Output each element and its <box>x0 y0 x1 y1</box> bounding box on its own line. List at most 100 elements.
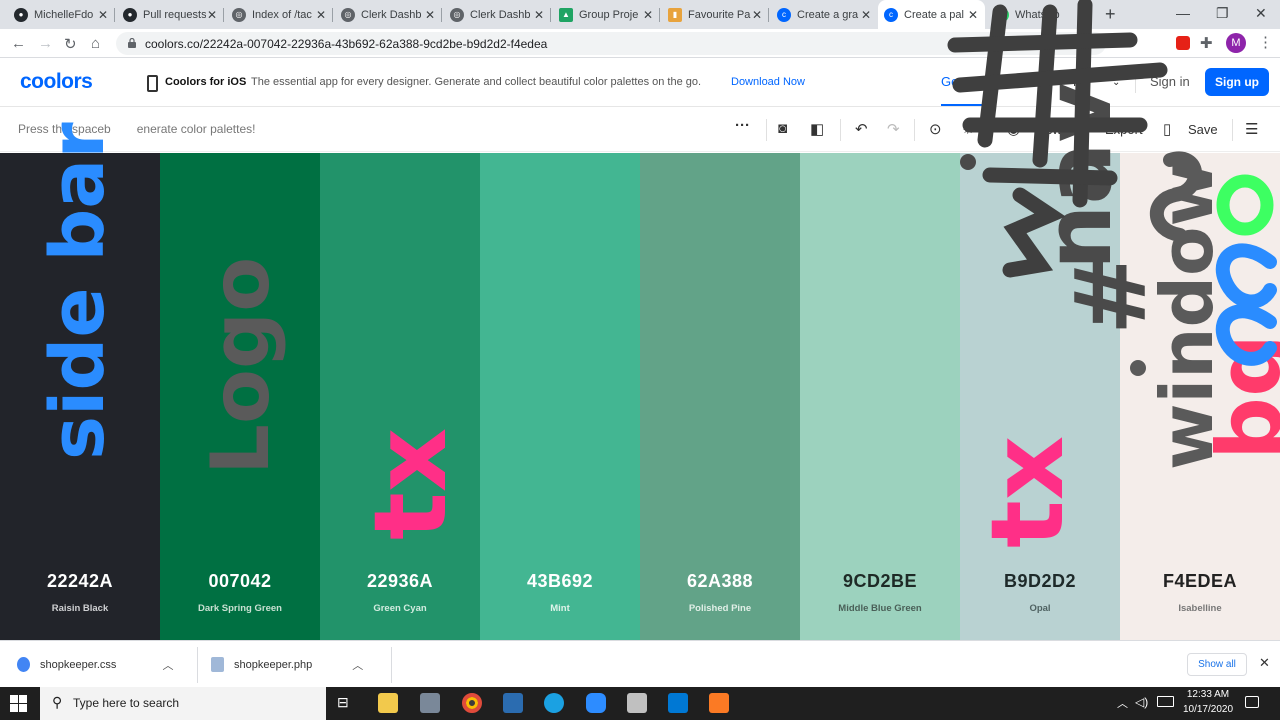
undo-icon[interactable]: ↶ <box>855 120 868 138</box>
color-name[interactable]: Green Cyan <box>320 603 480 614</box>
browser-tab[interactable]: c Create a gra ✕ <box>771 0 878 29</box>
chevron-up-icon[interactable]: ︿ <box>352 657 363 673</box>
color-name[interactable]: Polished Pine <box>640 603 800 614</box>
sign-up-button[interactable]: Sign up <box>1205 68 1269 96</box>
color-swatch[interactable]: 62A388 Polished Pine <box>640 153 800 640</box>
new-tab-icon[interactable]: + <box>1105 4 1116 25</box>
close-tab-icon[interactable]: ✕ <box>424 8 436 22</box>
browser-tab[interactable]: ◎ Clerk Dashb ✕ <box>335 0 442 29</box>
hex-code[interactable]: 22936A <box>320 571 480 592</box>
browser-tab-active[interactable]: c Create a pal ✕ <box>878 0 985 29</box>
task-view-icon[interactable]: ⊟ <box>337 694 357 714</box>
download-item[interactable]: shopkeeper.css ︿ <box>17 641 173 688</box>
color-name[interactable]: Middle Blue Green <box>800 603 960 614</box>
browser-tab[interactable]: ◎ Clerk Dashb ✕ <box>444 0 551 29</box>
omnibox[interactable]: coolors.co/22242a-007042-22936a-43b692-6… <box>116 32 1106 55</box>
back-icon[interactable]: ← <box>11 35 26 52</box>
keyboard-icon[interactable] <box>1157 696 1174 707</box>
home-icon[interactable]: ⌂ <box>91 35 100 52</box>
hex-code[interactable]: 22242A <box>0 571 160 592</box>
close-tab-icon[interactable]: ✕ <box>206 8 218 22</box>
zoom-icon[interactable] <box>586 693 606 713</box>
hex-code[interactable]: 62A388 <box>640 571 800 592</box>
url-text[interactable]: coolors.co/22242a-007042-22936a-43b692-6… <box>145 37 547 51</box>
windows-start-icon[interactable] <box>10 695 27 712</box>
nav-more[interactable]: Mo <box>1073 74 1091 89</box>
color-name[interactable]: Raisin Black <box>0 603 160 614</box>
split-view-icon[interactable]: ◧ <box>810 120 824 138</box>
color-name[interactable]: Isabelline <box>1120 603 1280 614</box>
coolors-logo[interactable]: coolors <box>20 70 93 94</box>
color-swatch[interactable]: 22936A Green Cyan <box>320 153 480 640</box>
browser-tab[interactable]: ● MichelleFdo ✕ <box>8 0 115 29</box>
browser-tab[interactable]: ▲ Group Proje ✕ <box>553 0 660 29</box>
forward-icon[interactable]: → <box>38 35 53 52</box>
color-swatch[interactable]: 43B692 Mint <box>480 153 640 640</box>
paint-icon[interactable] <box>627 693 647 713</box>
download-filename[interactable]: shopkeeper.php <box>234 659 312 671</box>
sign-in-link[interactable]: Sign in <box>1150 74 1190 89</box>
minimize-icon[interactable]: — <box>1176 5 1190 21</box>
chrome-menu-icon[interactable]: ⋮ <box>1258 33 1273 51</box>
show-all-button[interactable]: Show all <box>1187 653 1247 676</box>
close-tab-icon[interactable]: ✕ <box>1078 8 1090 22</box>
brightness-icon[interactable]: ☼ <box>961 120 975 137</box>
download-filename[interactable]: shopkeeper.css <box>40 659 116 671</box>
volume-icon[interactable]: ◁) <box>1135 695 1148 709</box>
more-options-icon[interactable]: ··· <box>735 117 750 134</box>
hex-code[interactable]: B9D2D2 <box>960 571 1120 592</box>
file-explorer-icon[interactable] <box>378 693 398 713</box>
hex-code[interactable]: 007042 <box>160 571 320 592</box>
glasses-icon[interactable]: ⊙ <box>929 120 942 138</box>
color-swatch[interactable]: 22242A Raisin Black <box>0 153 160 640</box>
extensions-puzzle-icon[interactable]: ✚ <box>1200 34 1213 52</box>
chevron-down-icon[interactable]: ⌄ <box>1112 77 1120 88</box>
color-name[interactable]: Dark Spring Green <box>160 603 320 614</box>
nav-generate[interactable]: Generat <box>941 74 988 89</box>
chevron-up-icon[interactable]: ︿ <box>162 657 173 673</box>
color-swatch[interactable]: F4EDEA Isabelline <box>1120 153 1280 640</box>
close-window-icon[interactable]: ✕ <box>1255 5 1267 22</box>
profile-avatar[interactable]: M <box>1226 33 1246 53</box>
close-tab-icon[interactable]: ✕ <box>315 8 327 22</box>
close-tab-icon[interactable]: ✕ <box>97 8 109 22</box>
bookmark-icon[interactable]: ▯ <box>1163 120 1171 138</box>
color-swatch[interactable]: 007042 Dark Spring Green <box>160 153 320 640</box>
download-now-link[interactable]: Download Now <box>731 76 805 88</box>
vscode-icon[interactable] <box>668 693 688 713</box>
nav-explore[interactable]: Ex <box>1013 74 1028 89</box>
hex-code[interactable]: 9CD2BE <box>800 571 960 592</box>
close-tab-icon[interactable]: ✕ <box>533 8 545 22</box>
browser-tab[interactable]: ● Pull requests ✕ <box>117 0 224 29</box>
hex-code[interactable]: 43B692 <box>480 571 640 592</box>
network-app-icon[interactable] <box>503 693 523 713</box>
save-button[interactable]: Save <box>1188 122 1218 137</box>
chrome-taskbar-icon[interactable] <box>462 693 482 713</box>
close-tab-icon[interactable]: ✕ <box>967 8 979 22</box>
notification-icon[interactable] <box>1245 696 1259 708</box>
clock-time[interactable]: 12:33 AM <box>1183 689 1233 700</box>
color-name[interactable]: Mint <box>480 603 640 614</box>
camera-icon[interactable]: ◙ <box>778 120 787 137</box>
share-icon[interactable]: ⇗ <box>1080 120 1093 138</box>
maximize-icon[interactable]: ❐ <box>1216 5 1229 22</box>
youtube-extension-icon[interactable] <box>1176 36 1190 50</box>
view-button[interactable]: View <box>1034 122 1062 137</box>
redo-icon[interactable]: ↷ <box>887 120 900 138</box>
eye-icon[interactable]: ◉ <box>1007 120 1020 138</box>
color-name[interactable]: Opal <box>960 603 1120 614</box>
close-tab-icon[interactable]: ✕ <box>860 8 872 22</box>
browser-tab[interactable]: ◎ Index of /tac ✕ <box>226 0 333 29</box>
browser-tab[interactable]: ● WhatsAp ✕ <box>989 0 1096 29</box>
tray-overflow-icon[interactable]: ︿ <box>1117 695 1128 711</box>
xampp-icon[interactable] <box>709 693 729 713</box>
reload-icon[interactable]: ↻ <box>64 35 77 53</box>
color-swatch[interactable]: 9CD2BE Middle Blue Green <box>800 153 960 640</box>
taskbar-search[interactable]: ⚲ Type here to search <box>40 687 326 720</box>
calculator-icon[interactable] <box>420 693 440 713</box>
close-tab-icon[interactable]: ✕ <box>751 8 763 22</box>
hamburger-menu-icon[interactable]: ☰ <box>1245 120 1258 138</box>
export-button[interactable]: Export <box>1105 122 1143 137</box>
browser-tab[interactable]: ▮ Favourite Pa ✕ <box>662 0 769 29</box>
close-tab-icon[interactable]: ✕ <box>642 8 654 22</box>
